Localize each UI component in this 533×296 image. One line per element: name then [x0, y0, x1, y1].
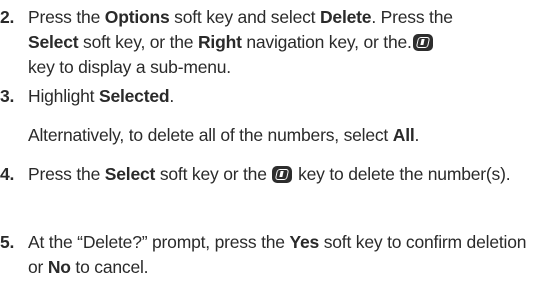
yes-key-label: Yes — [289, 232, 320, 252]
ok-key-icon — [272, 166, 293, 183]
step-3-note: Alternatively, to delete all of the numb… — [28, 123, 528, 148]
note-text: Alternatively, to delete all of the numb… — [28, 125, 393, 145]
no-key-label: No — [47, 257, 71, 277]
step-number: 4. — [0, 164, 15, 184]
step-3: 3. Highlight Selected. — [0, 84, 528, 109]
instruction-page: 2. Press the Options soft key and select… — [0, 0, 533, 296]
options-key-label: Options — [104, 7, 170, 27]
step-text: At the “Delete?” prompt, press the — [28, 232, 290, 252]
step-text: to cancel. — [70, 257, 149, 277]
all-option-label: All — [392, 125, 415, 145]
delete-option-label: Delete — [319, 7, 372, 27]
step-4: 4. Press the Select soft key or the key … — [0, 162, 528, 187]
select-key-label: Select — [28, 32, 79, 52]
step-5: 5. At the “Delete?” prompt, press the Ye… — [0, 230, 528, 280]
step-text: Press the — [28, 7, 105, 27]
step-text: key to delete the number(s). — [293, 164, 511, 184]
step-text: . Press the — [371, 7, 453, 27]
step-text: soft key or the — [155, 164, 272, 184]
step-number: 2. — [0, 7, 15, 27]
ok-key-icon — [412, 34, 433, 51]
step-text: soft key, or the — [78, 32, 198, 52]
note-text: . — [414, 125, 420, 145]
select-key-label: Select — [104, 164, 156, 184]
step-text: key to display a sub-menu. — [28, 57, 231, 77]
step-text: Press the — [28, 164, 105, 184]
step-2: 2. Press the Options soft key and select… — [0, 5, 528, 80]
selected-option-label: Selected — [98, 86, 170, 106]
step-text: . — [169, 86, 175, 106]
step-text: navigation key, or the. — [241, 32, 412, 52]
step-text: soft key and select — [169, 7, 320, 27]
step-text: Highlight — [28, 86, 99, 106]
right-key-label: Right — [197, 32, 242, 52]
step-number: 3. — [0, 86, 15, 106]
step-number: 5. — [0, 232, 15, 252]
